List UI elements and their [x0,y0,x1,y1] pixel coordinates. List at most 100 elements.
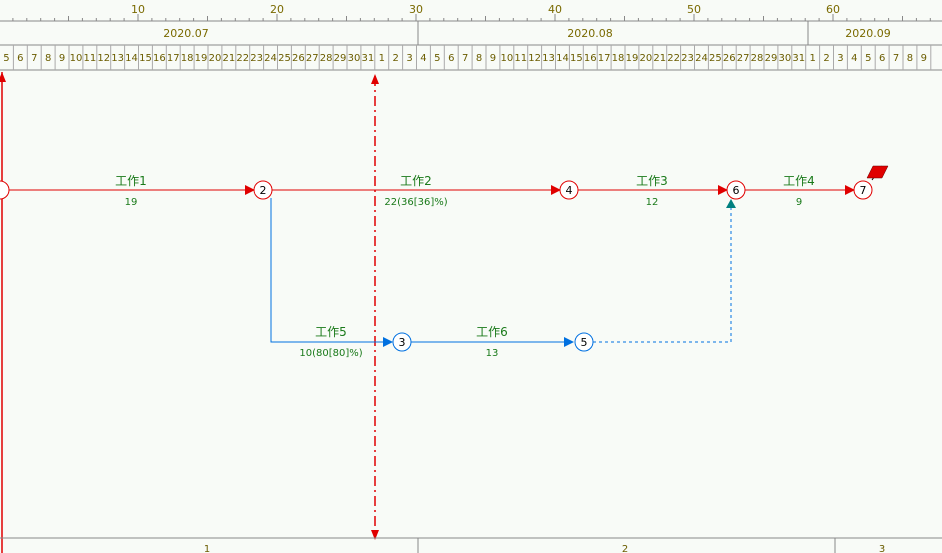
node-label: 3 [399,336,406,349]
day-label: 29 [765,53,778,64]
activity-arrow-5[interactable] [270,198,386,343]
day-label: 12 [97,53,110,64]
task-duration-1: 19 [125,197,138,208]
day-label: 24 [264,53,277,64]
finish-flag-icon [866,165,889,181]
task-duration-4: 9 [796,197,802,208]
footer-label: 2 [622,544,628,553]
ruler-label: 40 [548,3,562,16]
node-5[interactable]: 5 [574,332,594,352]
day-label: 4 [420,53,426,64]
ruler-label: 30 [409,3,423,16]
footer-label: 1 [204,544,210,553]
task-duration-3: 12 [646,197,659,208]
node-label: 6 [733,184,740,197]
task-name-6: 工作6 [476,325,508,339]
ruler-label: 20 [270,3,284,16]
day-label: 31 [792,53,805,64]
day-label: 7 [462,53,468,64]
node-7[interactable]: 7 [853,180,873,200]
day-label: 21 [222,53,235,64]
day-label: 17 [598,53,611,64]
day-label: 3 [406,53,412,64]
day-label: 3 [837,53,843,64]
day-label: 5 [865,53,871,64]
node-6[interactable]: 6 [726,180,746,200]
day-label: 22 [667,53,680,64]
day-label: 21 [653,53,666,64]
day-label: 31 [361,53,374,64]
day-label: 9 [921,53,927,64]
day-label: 2 [392,53,398,64]
day-label: 8 [476,53,482,64]
start-line-arrow [0,72,6,82]
node-1[interactable] [0,180,10,200]
day-label: 20 [209,53,222,64]
day-label: 7 [31,53,37,64]
day-label: 6 [448,53,454,64]
day-label: 15 [139,53,152,64]
task-name-5: 工作5 [315,325,347,339]
month-label: 2020.08 [567,27,613,40]
month-label: 2020.09 [845,27,891,40]
day-label: 25 [278,53,291,64]
arrowhead [383,337,393,347]
ruler-label: 10 [131,3,145,16]
network-diagram: 10 20 30 40 50 60 2020.07 2020.08 2020.09 567… [0,0,942,553]
task-name-4: 工作4 [783,174,815,188]
dummy-dependency-5-6[interactable] [593,206,732,343]
day-label: 23 [250,53,263,64]
day-label: 23 [681,53,694,64]
day-label: 28 [751,53,764,64]
day-label: 6 [879,53,885,64]
day-label: 27 [306,53,319,64]
day-label: 7 [893,53,899,64]
node-label: 4 [566,184,573,197]
task-name-3: 工作3 [636,174,668,188]
day-label: 14 [556,53,569,64]
day-label: 2 [823,53,829,64]
day-label: 4 [851,53,857,64]
day-label: 25 [709,53,722,64]
day-label: 9 [59,53,65,64]
day-label: 14 [125,53,138,64]
day-label: 17 [167,53,180,64]
footer-row: 1 2 3 [0,537,942,553]
day-label: 11 [514,53,527,64]
task-duration-5: 10(80[80]%) [299,348,362,359]
day-label: 16 [153,53,166,64]
day-label: 20 [639,53,652,64]
node-2[interactable]: 2 [253,180,273,200]
day-label: 8 [45,53,51,64]
node-3[interactable]: 3 [392,332,412,352]
day-label: 5 [3,53,9,64]
task-duration-6: 13 [486,348,499,359]
day-label: 19 [626,53,639,64]
node-4[interactable]: 4 [559,180,579,200]
node-label: 5 [581,336,588,349]
task-duration-2: 22(36[36]%) [384,197,447,208]
day-label: 26 [292,53,305,64]
day-label: 11 [83,53,96,64]
day-label: 28 [320,53,333,64]
node-label: 2 [260,184,267,197]
day-label: 5 [434,53,440,64]
day-label: 1 [809,53,815,64]
day-label: 15 [570,53,583,64]
day-label: 27 [737,53,750,64]
month-label: 2020.07 [163,27,209,40]
arrowhead [564,337,574,347]
day-label: 1 [379,53,385,64]
ruler-label: 60 [826,3,840,16]
day-label: 22 [236,53,249,64]
day-label: 26 [723,53,736,64]
day-label: 12 [528,53,541,64]
day-label: 18 [181,53,194,64]
day-label: 19 [195,53,208,64]
day-label: 18 [612,53,625,64]
progress-line-top-arrow [371,74,379,84]
day-label: 9 [490,53,496,64]
day-label: 30 [778,53,791,64]
node-label: 7 [860,184,867,197]
ruler-label: 50 [687,3,701,16]
